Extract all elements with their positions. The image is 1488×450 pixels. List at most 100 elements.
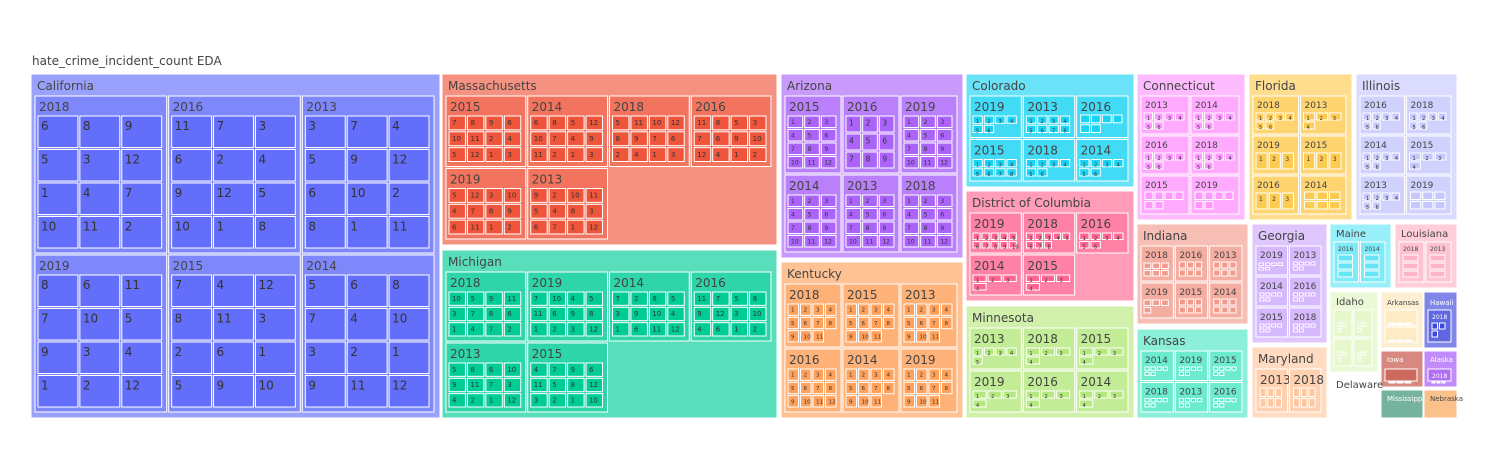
month-tile[interactable]	[466, 291, 485, 306]
month-tile[interactable]	[936, 142, 953, 155]
month-tile[interactable]	[916, 395, 928, 408]
month-tile[interactable]	[1293, 398, 1300, 408]
month-tile[interactable]	[1259, 387, 1267, 397]
month-tile[interactable]	[916, 316, 928, 330]
month-tile[interactable]	[928, 395, 940, 408]
month-tile[interactable]	[530, 131, 548, 147]
month-tile[interactable]	[787, 221, 804, 234]
month-tile[interactable]	[1303, 112, 1316, 121]
month-tile[interactable]	[800, 368, 812, 381]
month-tile[interactable]	[1186, 298, 1195, 306]
month-tile[interactable]	[1219, 366, 1225, 371]
month-tile[interactable]	[1391, 152, 1400, 161]
month-tile[interactable]	[466, 219, 485, 235]
month-tile[interactable]	[548, 131, 567, 147]
month-tile[interactable]	[1221, 261, 1229, 269]
month-tile[interactable]	[845, 368, 857, 381]
month-tile[interactable]	[1059, 115, 1071, 124]
month-tile[interactable]	[1204, 112, 1214, 121]
month-tile[interactable]	[1428, 112, 1437, 121]
month-tile[interactable]	[1396, 381, 1404, 384]
month-tile[interactable]	[903, 235, 920, 248]
month-tile[interactable]	[693, 306, 712, 322]
month-tile[interactable]	[1364, 270, 1380, 278]
month-tile[interactable]	[1402, 262, 1419, 270]
month-tile[interactable]	[800, 316, 812, 330]
month-tile[interactable]	[1143, 270, 1152, 277]
month-tile[interactable]	[1364, 254, 1380, 262]
month-tile[interactable]	[1152, 262, 1161, 269]
month-tile[interactable]	[941, 303, 953, 316]
month-tile[interactable]	[870, 368, 882, 381]
month-tile[interactable]	[1079, 232, 1090, 240]
month-tile[interactable]	[1154, 152, 1164, 161]
month-tile[interactable]	[448, 377, 466, 393]
month-tile[interactable]	[79, 182, 121, 215]
month-tile[interactable]	[121, 274, 163, 307]
month-tile[interactable]	[1303, 152, 1316, 170]
month-tile[interactable]	[845, 151, 862, 169]
month-tile[interactable]	[878, 221, 895, 234]
year-block[interactable]	[1427, 368, 1452, 382]
month-tile[interactable]	[1337, 254, 1353, 262]
month-tile[interactable]	[1109, 347, 1124, 356]
month-tile[interactable]	[858, 395, 870, 408]
month-tile[interactable]	[1391, 192, 1400, 201]
month-tile[interactable]	[1265, 328, 1271, 333]
month-tile[interactable]	[1436, 381, 1441, 384]
month-tile[interactable]	[548, 322, 567, 337]
month-tile[interactable]	[820, 194, 837, 207]
month-tile[interactable]	[972, 159, 983, 168]
month-tile[interactable]	[693, 291, 712, 306]
month-tile[interactable]	[1178, 398, 1184, 403]
month-tile[interactable]	[800, 381, 812, 395]
month-tile[interactable]	[548, 147, 567, 163]
month-tile[interactable]	[928, 330, 940, 343]
month-tile[interactable]	[1144, 403, 1150, 408]
month-tile[interactable]	[936, 221, 953, 234]
month-tile[interactable]	[878, 194, 895, 207]
month-tile[interactable]	[567, 306, 585, 322]
month-tile[interactable]	[1002, 274, 1017, 282]
month-tile[interactable]	[1079, 399, 1094, 408]
month-tile[interactable]	[79, 375, 121, 408]
month-tile[interactable]	[1285, 112, 1294, 121]
month-tile[interactable]	[171, 115, 213, 148]
month-tile[interactable]	[1154, 201, 1164, 210]
month-tile[interactable]	[1265, 112, 1275, 121]
month-tile[interactable]	[503, 203, 522, 219]
month-tile[interactable]	[1195, 261, 1203, 269]
month-tile[interactable]	[37, 115, 79, 148]
month-tile[interactable]	[567, 131, 585, 147]
month-tile[interactable]	[712, 147, 730, 163]
month-tile[interactable]	[1191, 366, 1197, 371]
month-tile[interactable]	[1410, 191, 1422, 200]
month-tile[interactable]	[388, 149, 430, 182]
month-tile[interactable]	[1275, 398, 1282, 408]
month-tile[interactable]	[1255, 192, 1268, 210]
month-tile[interactable]	[1337, 270, 1353, 278]
month-tile[interactable]	[37, 216, 79, 249]
month-tile[interactable]	[820, 142, 837, 155]
month-tile[interactable]	[585, 322, 603, 337]
month-tile[interactable]	[1255, 112, 1265, 121]
year-block[interactable]	[1174, 350, 1209, 381]
month-tile[interactable]	[648, 291, 667, 306]
month-tile[interactable]	[1053, 232, 1062, 240]
month-tile[interactable]	[1437, 112, 1447, 121]
month-tile[interactable]	[530, 203, 548, 219]
month-tile[interactable]	[1090, 232, 1101, 240]
month-tile[interactable]	[1329, 201, 1341, 210]
month-tile[interactable]	[1293, 297, 1298, 302]
month-tile[interactable]	[1144, 191, 1154, 200]
month-tile[interactable]	[936, 208, 953, 221]
month-tile[interactable]	[1259, 323, 1265, 328]
state-delaware[interactable]	[1329, 374, 1379, 419]
month-tile[interactable]	[1277, 262, 1283, 266]
month-tile[interactable]	[1372, 161, 1381, 170]
month-tile[interactable]	[304, 274, 346, 307]
month-tile[interactable]	[1229, 298, 1237, 306]
month-tile[interactable]	[825, 368, 837, 381]
month-tile[interactable]	[936, 156, 953, 169]
month-tile[interactable]	[1079, 356, 1094, 365]
